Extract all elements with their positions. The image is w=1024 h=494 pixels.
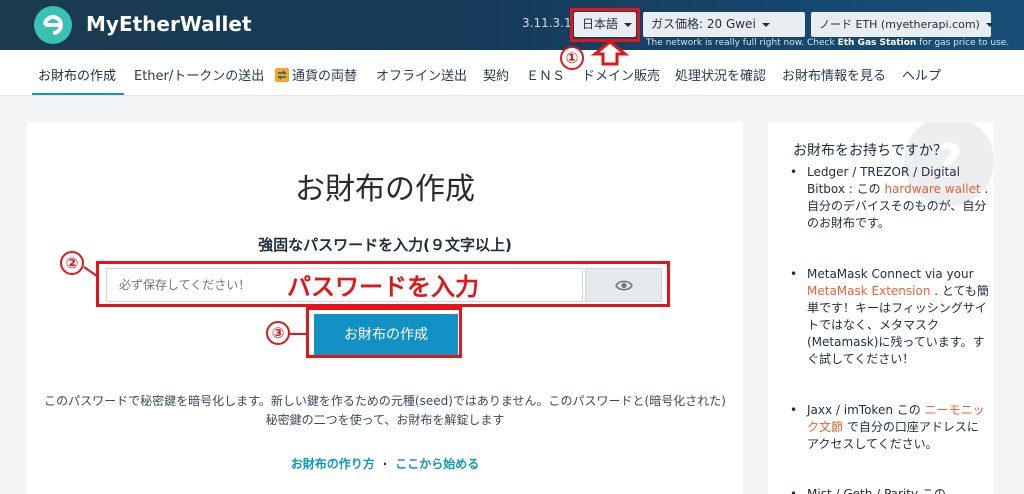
eth-gas-station-link[interactable]: Eth Gas Station — [838, 38, 917, 48]
nav-item-view-wallet-info[interactable]: お財布情報を見る — [782, 65, 886, 84]
nav-item-offline-send[interactable]: オフライン送出 — [376, 65, 467, 84]
bullet: • — [790, 165, 798, 179]
gas-note-prefix: The network is really full right now. Ch… — [646, 38, 838, 48]
sidebar-item-hardware: • Ledger / TREZOR / Digital Bitbox : この … — [790, 164, 990, 232]
annotation-connector-3 — [290, 333, 306, 335]
help-links: お財布の作り方 · ここから始める — [27, 455, 743, 472]
bullet: • — [790, 267, 798, 281]
bullet: • — [790, 403, 798, 417]
annotation-box-create — [306, 307, 462, 358]
node-label: ノード ETH (myetherapi.com) — [819, 18, 980, 31]
gas-price-select[interactable]: ガス価格: 20 Gwei — [643, 12, 805, 37]
logo-icon[interactable] — [34, 6, 72, 44]
nav-item-check-tx-status[interactable]: 処理状況を確認 — [675, 65, 766, 84]
nav-item-contracts[interactable]: 契約 — [483, 65, 509, 84]
brand-name[interactable]: MyEtherWallet — [86, 12, 252, 36]
chevron-down-icon — [985, 22, 994, 27]
nav-item-send-ether-tokens[interactable]: Ether/トークンの送出 — [134, 65, 264, 84]
password-label: 強固なパスワードを入力(９文字以上) — [258, 236, 512, 254]
get-started-link[interactable]: ここから始める — [395, 457, 479, 471]
jaxx-text: Jaxx / imToken この — [807, 403, 925, 417]
nav-item-swap[interactable]: 通貨の両替 — [275, 65, 357, 84]
link-separator: · — [382, 457, 388, 471]
gas-price-label: ガス価格: 20 Gwei — [651, 17, 756, 31]
main-nav: お財布の作成 Ether/トークンの送出 通貨の両替 オフライン送出 契約 ＥＮ… — [0, 50, 1024, 96]
bullet: • — [790, 487, 798, 494]
annotation-number-2: ② — [60, 251, 84, 275]
nav-item-help[interactable]: ヘルプ — [902, 65, 941, 84]
metamask-extension-link[interactable]: MetaMask Extension — [807, 284, 930, 298]
nav-item-ens[interactable]: ＥＮＳ — [526, 65, 565, 84]
nav-item-create-wallet[interactable]: お財布の作成 — [38, 65, 116, 84]
up-arrow-icon — [590, 40, 630, 66]
sidebar-title: お財布をお持ちですか？ — [793, 143, 947, 159]
sidebar-item-jaxx: • Jaxx / imToken この ニーモニック文節 で自分の口座アドレスに… — [790, 402, 990, 453]
annotation-password-note: パスワードを入力 — [287, 273, 479, 301]
gas-note-suffix: for gas price to use. — [916, 38, 1010, 48]
metamask-text: MetaMask Connect via your — [807, 267, 974, 281]
page-title: お財布の作成 — [295, 172, 475, 207]
chevron-down-icon — [761, 22, 770, 27]
swap-icon — [275, 68, 289, 82]
annotation-number-3: ③ — [266, 321, 290, 345]
node-select[interactable]: ノード ETH (myetherapi.com) — [811, 12, 994, 37]
nav-item-swap-label: 通貨の両替 — [292, 69, 358, 84]
how-to-create-link[interactable]: お財布の作り方 — [291, 457, 375, 471]
sidebar-have-wallet: ? お財布をお持ちですか？ • Ledger / TREZOR / Digita… — [768, 122, 994, 494]
hardware-wallet-link[interactable]: hardware wallet — [884, 182, 980, 196]
gas-note: The network is really full right now. Ch… — [646, 38, 1009, 48]
nav-item-domain-sale[interactable]: ドメイン販売 — [582, 65, 660, 84]
password-description: このパスワードで秘密鍵を暗号化します。新しい鍵を作るための元種(seed)ではあ… — [44, 394, 726, 427]
sidebar-item-metamask: • MetaMask Connect via your MetaMask Ext… — [790, 266, 990, 368]
annotation-number-1: ① — [560, 46, 584, 70]
mist-text: Mist / Geth / Parity この — [807, 487, 946, 494]
annotation-box-language — [570, 8, 640, 42]
active-tab-underline — [32, 93, 124, 95]
version-label: 3.11.3.1 — [522, 16, 572, 30]
sidebar-item-mist: • Mist / Geth / Parity この — [790, 486, 990, 494]
header: MyEtherWallet 3.11.3.1 日本語 ガス価格: 20 Gwei… — [0, 0, 1024, 50]
